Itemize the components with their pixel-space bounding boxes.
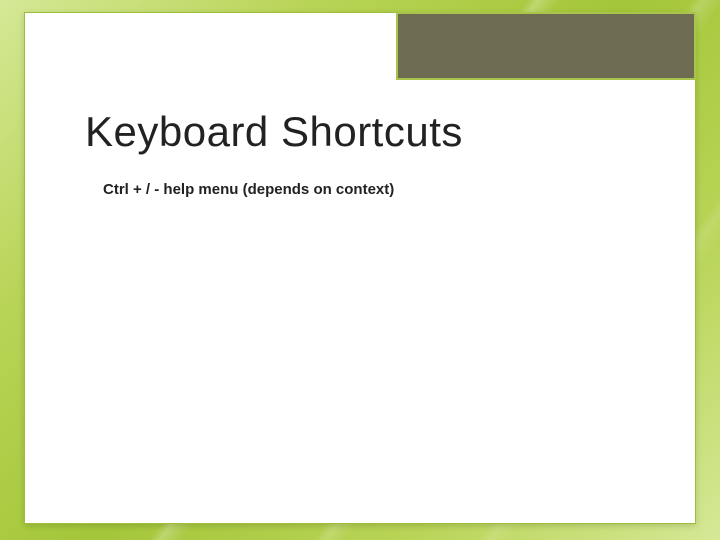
slide-frame: Keyboard Shortcuts Ctrl + / - help menu … xyxy=(24,12,696,524)
slide-title: Keyboard Shortcuts xyxy=(85,108,463,156)
decorative-corner-box xyxy=(396,12,696,80)
slide-body-text: Ctrl + / - help menu (depends on context… xyxy=(103,181,394,198)
